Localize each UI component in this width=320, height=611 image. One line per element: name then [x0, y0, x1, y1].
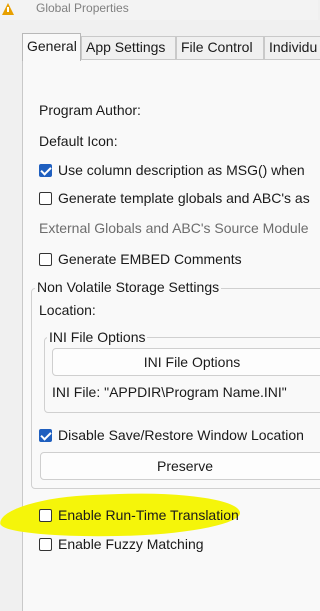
use-column-description-label: Use column description as MSG() when: [58, 162, 305, 178]
tab-app-settings[interactable]: App Settings: [81, 36, 176, 60]
default-icon-label: Default Icon:: [39, 133, 118, 149]
ini-file-path-text: INI File: "APPDIR\Program Name.INI": [52, 384, 287, 400]
ini-file-options-button-label: INI File Options: [143, 354, 241, 370]
tab-file-control-label: File Control: [181, 39, 253, 55]
preserve-button[interactable]: Preserve: [40, 452, 320, 480]
disable-save-restore-checkbox[interactable]: Disable Save/Restore Window Location: [39, 427, 304, 443]
checkbox-unchecked-icon: [39, 191, 52, 205]
enable-runtime-translation-checkbox[interactable]: Enable Run-Time Translation: [39, 507, 239, 523]
non-volatile-storage-title: Non Volatile Storage Settings: [35, 279, 222, 295]
generate-template-globals-label: Generate template globals and ABC's as: [58, 190, 310, 206]
ini-file-options-title: INI File Options: [47, 329, 148, 345]
title-bar: Global Properties: [0, 0, 318, 20]
app-icon: [2, 3, 14, 15]
checkbox-unchecked-icon: [39, 537, 52, 551]
external-globals-label: External Globals and ABC's Source Module: [39, 220, 309, 236]
generate-template-globals-checkbox[interactable]: Generate template globals and ABC's as: [39, 190, 310, 206]
checkbox-checked-icon: [39, 428, 52, 442]
use-column-description-checkbox[interactable]: Use column description as MSG() when: [39, 162, 305, 178]
tab-general[interactable]: General: [22, 33, 81, 61]
generate-embed-comments-checkbox[interactable]: Generate EMBED Comments: [39, 251, 242, 267]
enable-fuzzy-matching-label: Enable Fuzzy Matching: [58, 536, 204, 552]
tab-individual-label: Individu: [269, 39, 318, 55]
checkbox-unchecked-icon: [39, 508, 52, 522]
window-title: Global Properties: [36, 1, 129, 15]
generate-embed-comments-label: Generate EMBED Comments: [58, 251, 242, 267]
ini-file-options-button[interactable]: INI File Options: [52, 348, 320, 376]
checkbox-checked-icon: [39, 163, 52, 177]
program-author-label: Program Author:: [39, 102, 141, 118]
tab-strip: General App Settings File Control Indivi…: [0, 33, 320, 61]
location-label: Location:: [39, 302, 96, 318]
tab-individual[interactable]: Individu: [264, 36, 320, 60]
checkbox-unchecked-icon: [39, 252, 52, 266]
enable-fuzzy-matching-checkbox[interactable]: Enable Fuzzy Matching: [39, 536, 204, 552]
tab-general-label: General: [27, 38, 77, 54]
disable-save-restore-label: Disable Save/Restore Window Location: [58, 427, 304, 443]
enable-runtime-translation-label: Enable Run-Time Translation: [58, 507, 239, 523]
preserve-button-label: Preserve: [156, 458, 214, 474]
tab-app-settings-label: App Settings: [86, 39, 166, 55]
tab-file-control[interactable]: File Control: [176, 36, 264, 60]
